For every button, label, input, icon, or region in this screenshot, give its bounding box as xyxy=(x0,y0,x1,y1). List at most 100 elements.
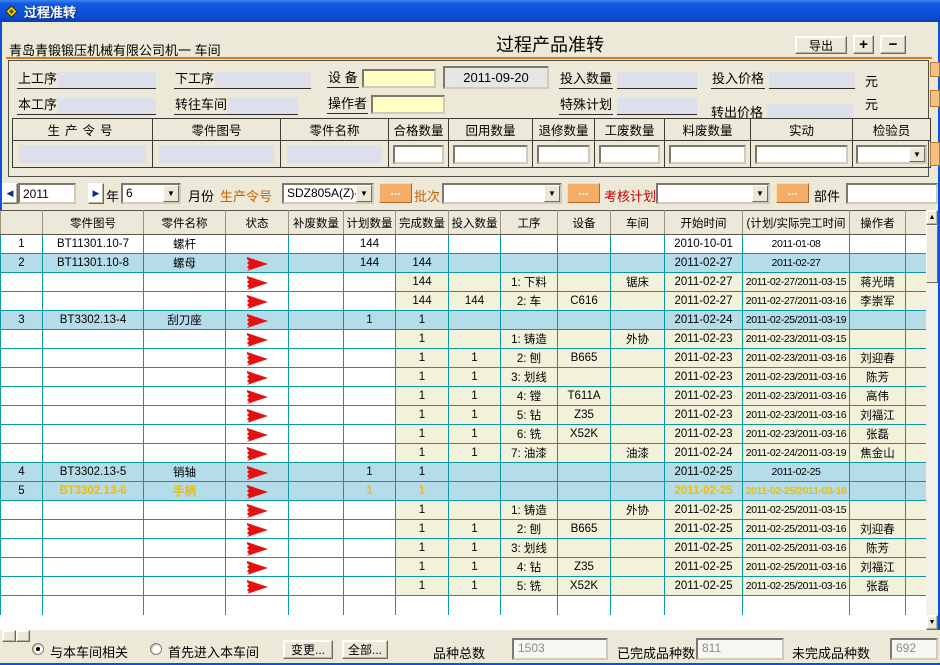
grid-cell-empty xyxy=(501,596,558,615)
chevron-down-icon[interactable]: ▼ xyxy=(163,185,179,202)
part-label: 部件 xyxy=(814,186,840,207)
grid-cell-shebei: T611A xyxy=(558,387,611,406)
grid-row[interactable]: 1BT11301.10-7螺杆1442010-10-012011-01-08 xyxy=(1,235,927,254)
grid-row[interactable]: 115: 钻Z352011-02-232011-02-23/2011-03-16… xyxy=(1,406,927,425)
chevron-down-icon[interactable]: ▼ xyxy=(909,147,925,162)
order-browse-button[interactable]: ... xyxy=(379,183,412,203)
figure-field[interactable] xyxy=(159,145,274,163)
lower-process-field[interactable] xyxy=(215,72,311,89)
grid-row[interactable]: 3BT3302.13-4刮刀座112011-02-242011-02-25/20… xyxy=(1,311,927,330)
radio-related-workshop[interactable] xyxy=(32,643,44,655)
batch-browse-button[interactable]: ... xyxy=(567,183,600,203)
edge-button[interactable] xyxy=(930,62,940,77)
year-input[interactable] xyxy=(18,183,76,204)
operator-input[interactable] xyxy=(371,95,445,114)
grid-header-3[interactable]: 状态 xyxy=(226,211,289,235)
grid-cell-shebei xyxy=(558,311,611,330)
grid-row[interactable]: 115: 铣X52K2011-02-252011-02-25/2011-03-1… xyxy=(1,577,927,596)
part-input[interactable] xyxy=(846,183,938,204)
matscrap-input[interactable] xyxy=(669,145,746,164)
grid-row[interactable]: 1441442: 车C6162011-02-272011-02-27/2011-… xyxy=(1,292,927,311)
transfer-workshop-field[interactable] xyxy=(228,98,298,115)
grid-header-2[interactable]: 零件名称 xyxy=(144,211,226,235)
grid-row[interactable]: 2BT11301.10-8螺母1441442011-02-272011-02-2… xyxy=(1,254,927,273)
grid-row[interactable]: 113: 划线2011-02-232011-02-23/2011-03-16陈芳 xyxy=(1,368,927,387)
grid-cell-gongxu: 1: 铸造 xyxy=(501,501,558,520)
scroll-down-icon[interactable]: ▼ xyxy=(926,615,938,630)
inspector-select[interactable]: ▼ xyxy=(856,145,927,164)
grid-header-6[interactable]: 完成数量 xyxy=(396,211,449,235)
change-button[interactable]: 变更... xyxy=(283,640,333,659)
grid-header-13[interactable]: 操作者 xyxy=(850,211,906,235)
order-field[interactable] xyxy=(19,145,146,163)
zoom-in-button[interactable]: + xyxy=(853,35,874,54)
vertical-scrollbar[interactable]: ▲ ▼ xyxy=(926,210,938,630)
grid-row[interactable]: 114: 镗T611A2011-02-232011-02-23/2011-03-… xyxy=(1,387,927,406)
grid-row[interactable]: 4BT3302.13-5销轴112011-02-252011-02-25 xyxy=(1,463,927,482)
batch-select[interactable]: ▼ xyxy=(442,183,562,204)
all-button[interactable]: 全部... xyxy=(342,640,388,659)
plan-select[interactable]: ▼ xyxy=(656,183,770,204)
grid-header-0[interactable] xyxy=(1,211,43,235)
grid-header-8[interactable]: 工序 xyxy=(501,211,558,235)
reuse-input[interactable] xyxy=(453,145,528,164)
hscroll-left-button[interactable] xyxy=(2,630,16,642)
export-button[interactable]: 导出 xyxy=(795,36,847,54)
grid-header-11[interactable]: 开始时间 xyxy=(665,211,743,235)
prev-year-button[interactable]: ◀ xyxy=(2,183,18,204)
grid-cell-shebei: B665 xyxy=(558,349,611,368)
grid-header-7[interactable]: 投入数量 xyxy=(449,211,501,235)
this-process-field[interactable] xyxy=(58,98,156,115)
workscrap-input[interactable] xyxy=(599,145,660,164)
input-qty-field[interactable] xyxy=(617,72,697,89)
grid-row[interactable]: 5BT3302.13-6手柄112011-02-252011-02-25/201… xyxy=(1,482,927,501)
month-select[interactable]: 6 ▼ xyxy=(121,183,181,204)
grid-row[interactable]: 1441: 下料锯床2011-02-272011-02-27/2011-03-1… xyxy=(1,273,927,292)
order-select[interactable]: SDZ805A(Z)-a ▼ xyxy=(282,183,374,204)
grid-header-12[interactable]: (计划/实际完工时间 xyxy=(743,211,850,235)
scrollbar-thumb[interactable] xyxy=(926,225,938,283)
grid-row[interactable]: 116: 铣X52K2011-02-232011-02-23/2011-03-1… xyxy=(1,425,927,444)
grid-cell-start: 2011-02-23 xyxy=(665,406,743,425)
radio-first-label: 首先进入本车间 xyxy=(168,642,259,661)
next-year-button[interactable]: ▶ xyxy=(88,183,104,204)
plan-browse-button[interactable]: ... xyxy=(776,183,809,203)
grid-row[interactable]: 113: 划线2011-02-252011-02-25/2011-03-16陈芳 xyxy=(1,539,927,558)
grid-cell-touru: 1 xyxy=(449,520,501,539)
actual-input[interactable] xyxy=(755,145,848,164)
input-price-field[interactable] xyxy=(769,72,855,89)
lower-process-label: 下工序 xyxy=(174,68,215,89)
status-flag-icon xyxy=(227,580,287,595)
grid-cell-name xyxy=(144,425,226,444)
grid-row[interactable]: 112: 刨B6652011-02-252011-02-25/2011-03-1… xyxy=(1,520,927,539)
grid-row[interactable]: 11: 铸造外协2011-02-232011-02-23/2011-03-15 xyxy=(1,330,927,349)
grid-cell-touru: 1 xyxy=(449,368,501,387)
chevron-down-icon[interactable]: ▼ xyxy=(356,185,372,202)
grid-cell-jihua xyxy=(344,292,396,311)
grid-row[interactable]: 114: 钻Z352011-02-252011-02-25/2011-03-16… xyxy=(1,558,927,577)
radio-first-enter[interactable] xyxy=(150,643,162,655)
grid-header-10[interactable]: 车间 xyxy=(611,211,665,235)
grid-header-4[interactable]: 补废数量 xyxy=(289,211,344,235)
qualified-input[interactable] xyxy=(393,145,444,164)
grid-header-5[interactable]: 计划数量 xyxy=(344,211,396,235)
scroll-up-icon[interactable]: ▲ xyxy=(926,210,938,225)
device-input[interactable] xyxy=(362,69,436,88)
upper-process-field[interactable] xyxy=(58,72,156,89)
zoom-out-button[interactable]: − xyxy=(880,35,906,54)
grid-row[interactable]: 117: 油漆油漆2011-02-242011-02-24/2011-03-19… xyxy=(1,444,927,463)
special-plan-field[interactable] xyxy=(617,98,697,115)
grid-row[interactable]: 11: 铸造外协2011-02-252011-02-25/2011-03-15 xyxy=(1,501,927,520)
name-field[interactable] xyxy=(287,145,382,163)
grid-row[interactable]: 112: 刨B6652011-02-232011-02-23/2011-03-1… xyxy=(1,349,927,368)
date-field[interactable]: 2011-09-20 xyxy=(443,66,549,89)
edge-button[interactable] xyxy=(930,142,940,166)
edge-button[interactable] xyxy=(930,90,940,107)
grid-header-1[interactable]: 零件图号 xyxy=(43,211,144,235)
chevron-down-icon[interactable]: ▼ xyxy=(752,185,768,202)
grid-header-14[interactable] xyxy=(906,211,927,235)
rework-input[interactable] xyxy=(537,145,590,164)
grid-header-9[interactable]: 设备 xyxy=(558,211,611,235)
hscroll-right-button[interactable] xyxy=(16,630,30,642)
chevron-down-icon[interactable]: ▼ xyxy=(544,185,560,202)
